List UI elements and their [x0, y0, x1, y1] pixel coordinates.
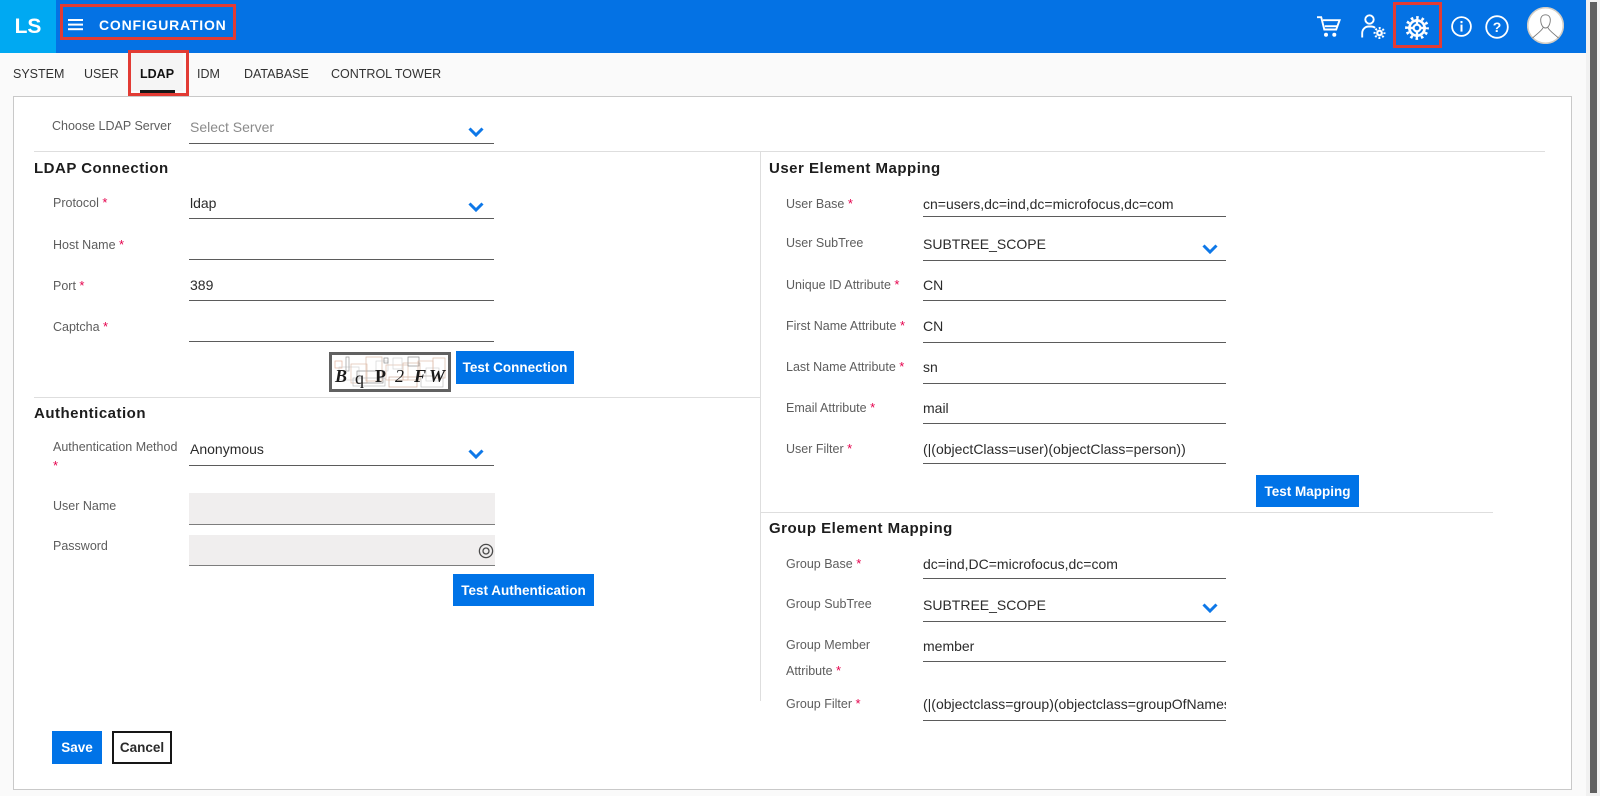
svg-text:2: 2 [395, 366, 404, 386]
svg-text:W: W [429, 366, 447, 386]
svg-text:q: q [355, 368, 364, 388]
svg-text:B: B [334, 366, 347, 386]
svg-text:F: F [413, 366, 426, 386]
svg-text:P: P [375, 366, 386, 386]
svg-text:?: ? [1493, 19, 1502, 35]
